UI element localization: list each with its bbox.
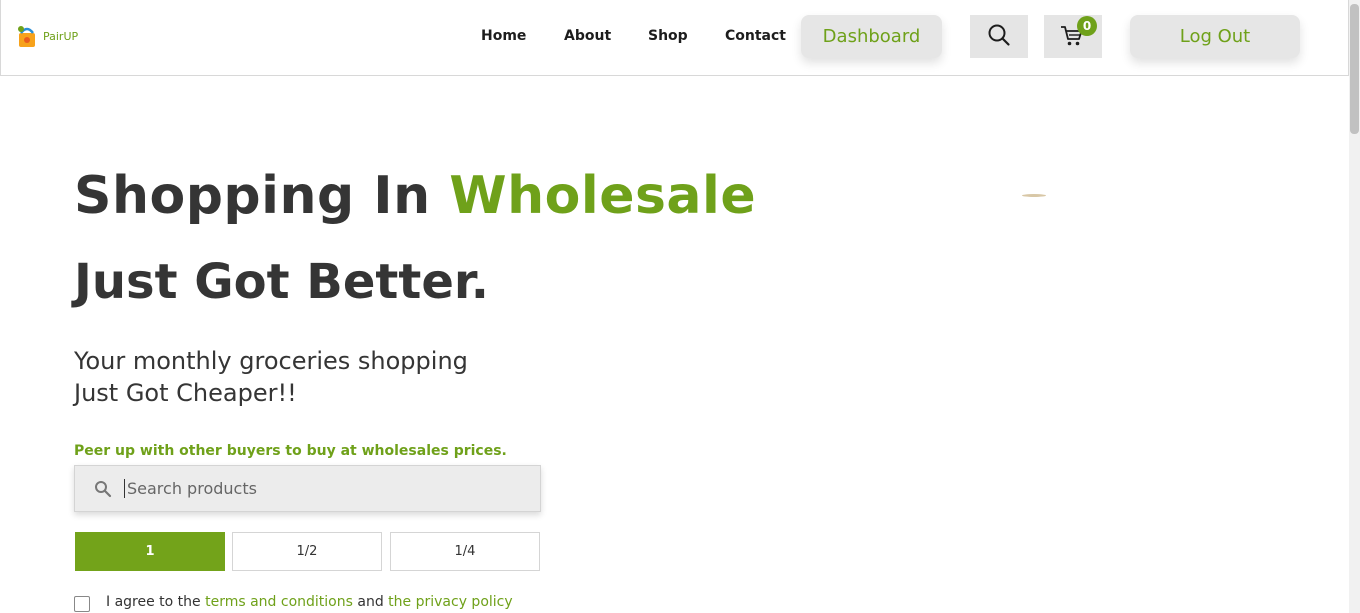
hero-title-line2: Just Got Better. <box>74 254 489 310</box>
nav-shop[interactable]: Shop <box>648 28 688 44</box>
cart-count-badge: 0 <box>1077 16 1097 36</box>
hero-title-part1: Shopping In <box>74 166 450 226</box>
page-scrollbar[interactable] <box>1349 0 1360 613</box>
hero-image <box>1022 194 1046 197</box>
hero-subtitle-line2: Just Got Cheaper!! <box>74 379 297 407</box>
product-search-box[interactable] <box>74 465 541 512</box>
magnifier-icon <box>94 480 112 498</box>
search-input[interactable] <box>124 479 504 498</box>
hero-title-highlight: Wholesale <box>449 166 757 226</box>
quantity-option-full[interactable]: 1 <box>75 532 225 571</box>
search-button[interactable] <box>970 15 1028 58</box>
quantity-option-quarter[interactable]: 1/4 <box>390 532 540 571</box>
quantity-option-half[interactable]: 1/2 <box>232 532 382 571</box>
search-icon <box>987 23 1011 51</box>
agreement-middle: and <box>352 594 389 610</box>
brand-name: PairUP <box>43 29 79 43</box>
logo-icon <box>15 23 39 49</box>
hero-subtitle: Your monthly groceries shopping Just Got… <box>74 345 574 409</box>
hero-subtitle-line1: Your monthly groceries shopping <box>74 347 468 375</box>
privacy-link[interactable]: the privacy policy <box>388 594 512 610</box>
dashboard-button[interactable]: Dashboard <box>801 15 942 58</box>
agreement-row: I agree to the terms and conditions and … <box>74 592 513 612</box>
scrollbar-thumb[interactable] <box>1350 4 1359 134</box>
nav-about[interactable]: About <box>564 28 611 44</box>
nav-contact[interactable]: Contact <box>725 28 786 44</box>
terms-link[interactable]: terms and conditions <box>205 594 353 610</box>
cart-button[interactable]: 0 <box>1044 15 1102 58</box>
brand-logo[interactable]: PairUP <box>15 23 78 49</box>
agree-checkbox[interactable] <box>74 596 90 612</box>
logout-button[interactable]: Log Out <box>1130 15 1300 58</box>
site-header: PairUP Home About Shop Contact Dashboard… <box>0 0 1349 76</box>
hero-tagline: Peer up with other buyers to buy at whol… <box>74 443 507 459</box>
agreement-prefix: I agree to the <box>106 594 206 610</box>
nav-home[interactable]: Home <box>481 28 526 44</box>
hero-title-line1: Shopping In Wholesale <box>74 166 756 226</box>
